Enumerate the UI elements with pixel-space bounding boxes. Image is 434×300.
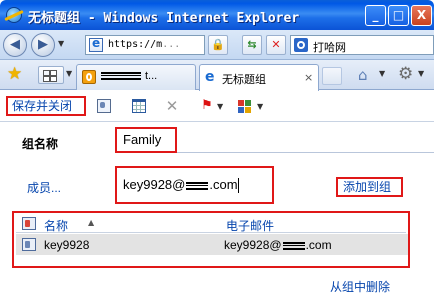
tab-outlook[interactable]: t... — [76, 64, 196, 90]
home-dropdown-icon[interactable]: ▼ — [379, 69, 385, 78]
categorize-icon[interactable] — [236, 97, 254, 115]
group-name-underline — [177, 152, 434, 153]
members-link[interactable]: 成员... — [27, 179, 61, 196]
quick-tabs-icon[interactable] — [38, 66, 64, 84]
new-tab-button[interactable] — [322, 67, 342, 85]
text-caret — [237, 178, 239, 194]
calendar-icon[interactable] — [130, 97, 148, 115]
tab-untitled-group[interactable]: e 无标题组 × — [199, 64, 319, 91]
member-email-suffix: .com — [305, 238, 332, 252]
categorize-dropdown-icon[interactable]: ▼ — [257, 102, 263, 111]
address-input[interactable]: https://m... — [85, 35, 205, 55]
tab-close-icon[interactable]: × — [304, 71, 313, 84]
ie-icon: e — [205, 69, 215, 85]
maximize-button[interactable]: □ — [388, 5, 409, 26]
remove-from-group-link[interactable]: 从组中删除 — [330, 278, 390, 295]
ie-app-icon — [6, 7, 22, 23]
window-title: 无标题组 - Windows Internet Explorer — [28, 11, 300, 26]
address-toolbar: ◀ ▶ ▼ https://m... 🔒 ⇆ ✕ 打哈网 — [0, 30, 434, 60]
close-button[interactable]: X — [411, 5, 432, 26]
page-icon — [89, 36, 103, 52]
tab-label: 无标题组 — [222, 74, 266, 86]
tools-gear-icon[interactable]: ⚙ — [398, 64, 413, 84]
back-icon[interactable]: ◀ — [3, 33, 27, 57]
tab-list-dropdown-icon[interactable]: ▼ — [66, 69, 72, 78]
redacted-text — [282, 241, 305, 250]
member-name: key9928 — [44, 238, 90, 252]
stop-icon[interactable]: ✕ — [266, 35, 286, 55]
search-provider-icon — [294, 38, 308, 52]
table-header: 名称 ▲ 电子邮件 — [16, 215, 406, 233]
tools-dropdown-icon[interactable]: ▼ — [418, 69, 424, 78]
favorites-star-icon[interactable]: ★ — [7, 65, 22, 83]
title-bar: 无标题组 - Windows Internet Explorer _ □ X — [0, 0, 434, 30]
refresh-icon[interactable]: ⇆ — [242, 35, 262, 55]
member-email: key9928@ .com — [224, 238, 332, 252]
add-to-group-link[interactable]: 添加到组 — [336, 177, 403, 197]
outlook-icon — [82, 70, 96, 84]
email-input[interactable]: key9928@ .com — [115, 166, 274, 204]
column-header-name[interactable]: 名称 — [44, 217, 68, 234]
search-provider-label: 打哈网 — [313, 42, 346, 54]
redacted-text — [186, 181, 209, 190]
history-dropdown-icon[interactable]: ▼ — [58, 39, 64, 48]
lock-icon[interactable]: 🔒 — [208, 35, 228, 55]
delete-icon[interactable]: ✕ — [163, 97, 181, 115]
member-email-prefix: key9928@ — [224, 238, 282, 252]
tab-label: t... — [145, 70, 158, 82]
contact-icon[interactable] — [95, 97, 113, 115]
sort-ascending-icon: ▲ — [88, 218, 95, 227]
group-name-field[interactable]: Family — [115, 127, 177, 153]
url-text: https://m — [108, 39, 163, 50]
divider — [0, 121, 434, 122]
flag-dropdown-icon[interactable]: ▼ — [217, 102, 223, 111]
email-input-prefix: key9928@ — [123, 177, 186, 192]
group-icon — [22, 217, 36, 230]
save-and-close-button[interactable]: 保存并关闭 — [6, 96, 86, 116]
minimize-button[interactable]: _ — [365, 5, 386, 26]
url-trail: ... — [162, 39, 181, 50]
search-box[interactable]: 打哈网 — [290, 35, 434, 55]
tab-bar: ★ ▼ t... e 无标题组 × ⌂ ▼ ⚙ ▼ — [0, 60, 434, 91]
flag-icon[interactable]: ⚑ — [198, 97, 216, 115]
column-header-email[interactable]: 电子邮件 — [226, 217, 274, 234]
contact-row-icon — [22, 238, 36, 251]
members-table: 名称 ▲ 电子邮件 key9928 key9928@ .com — [12, 211, 410, 268]
home-icon[interactable]: ⌂ — [358, 66, 368, 84]
table-row[interactable]: key9928 key9928@ .com — [16, 234, 408, 255]
group-name-label: 组名称 — [22, 137, 59, 151]
forward-icon[interactable]: ▶ — [31, 33, 55, 57]
command-toolbar: 保存并关闭 ✕ ⚑ ▼ ▼ — [0, 92, 434, 120]
email-input-suffix: .com — [209, 177, 238, 192]
redacted-text — [101, 72, 141, 81]
